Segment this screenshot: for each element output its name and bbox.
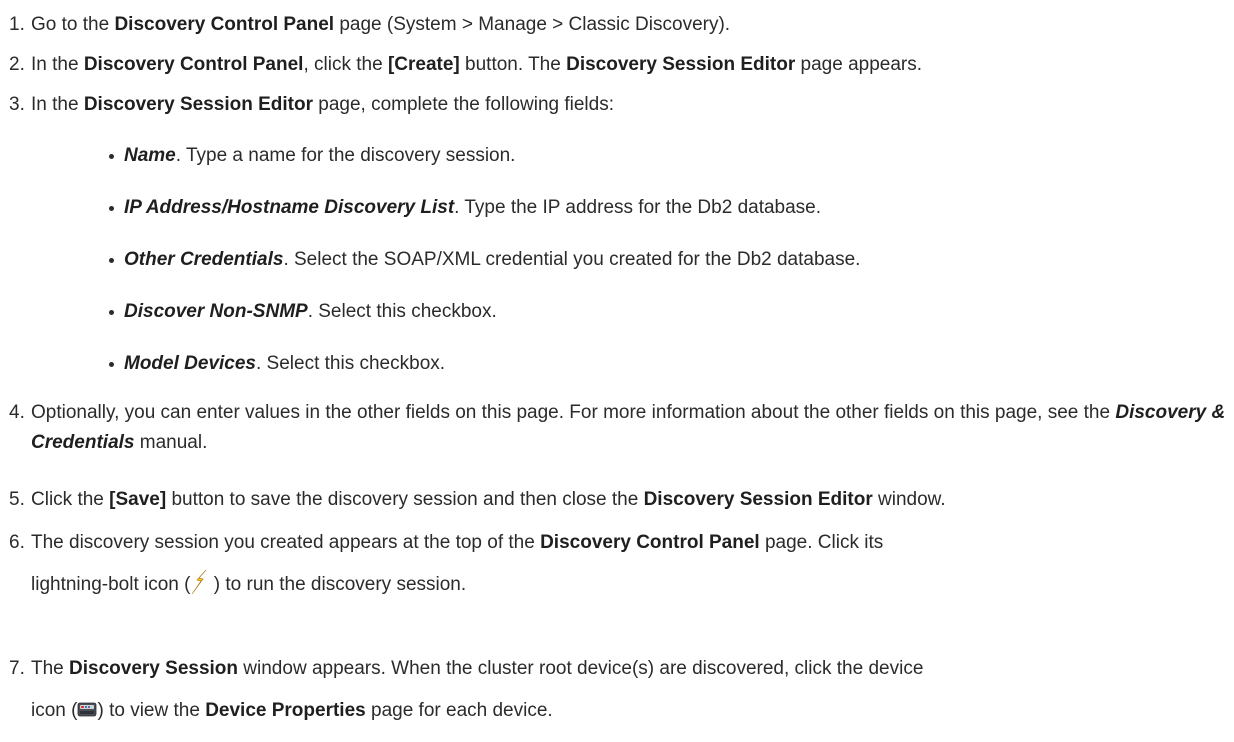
step-number: 6. bbox=[9, 532, 25, 553]
field-item-model-devices: Model Devices. Select this checkbox. bbox=[102, 354, 860, 374]
field-item-ip-list: IP Address/Hostname Discovery List. Type… bbox=[102, 198, 860, 218]
step-2: 2. In the Discovery Control Panel, click … bbox=[9, 48, 1226, 81]
ui-term: Discovery Control Panel bbox=[83, 54, 304, 75]
step-3: 3. In the Discovery Session Editor page, … bbox=[9, 88, 1226, 121]
step-number: 4. bbox=[9, 402, 25, 423]
button-term: [Save] bbox=[109, 489, 167, 510]
ui-term: Discovery Session bbox=[69, 658, 239, 679]
step-number: 2. bbox=[9, 54, 25, 75]
ui-term: Discovery Control Panel bbox=[114, 14, 335, 35]
field-list: Name. Type a name for the discovery sess… bbox=[102, 146, 860, 374]
ui-term: Device Properties bbox=[205, 700, 366, 721]
lightning-bolt-icon bbox=[190, 569, 208, 595]
step-7: 7. The Discovery Session window appears. … bbox=[9, 652, 1226, 685]
field-item-name: Name. Type a name for the discovery sess… bbox=[102, 146, 860, 166]
ui-term: Discovery Session Editor bbox=[566, 54, 796, 75]
step-number: 1. bbox=[9, 14, 25, 35]
step-5: 5. Click the [Save] button to save the di… bbox=[9, 483, 1226, 516]
instructions-document: 1. Go to the Discovery Control Panel page… bbox=[0, 0, 1234, 742]
field-item-discover-non-snmp: Discover Non-SNMP. Select this checkbox. bbox=[102, 302, 860, 322]
ui-term: Discovery Session Editor bbox=[643, 489, 873, 510]
step-4: 4. Optionally, you can enter values in th… bbox=[9, 398, 1226, 458]
ui-term: Discovery Control Panel bbox=[540, 532, 760, 553]
step-number: 3. bbox=[9, 94, 25, 115]
step-6: 6. The discovery session you created appe… bbox=[9, 526, 1226, 559]
step-number: 7. bbox=[9, 658, 25, 679]
device-icon bbox=[77, 697, 97, 717]
step-7-continued: icon () to view the Device Properties pa… bbox=[31, 694, 1226, 727]
ui-term: Discovery Session Editor bbox=[83, 94, 313, 115]
step-6-continued: lightning-bolt icon ( ) to run the disco… bbox=[31, 568, 1226, 601]
button-term: [Create] bbox=[387, 54, 460, 75]
step-number: 5. bbox=[9, 489, 25, 510]
field-item-other-credentials: Other Credentials. Select the SOAP/XML c… bbox=[102, 250, 860, 270]
step-1: 1. Go to the Discovery Control Panel page… bbox=[9, 8, 1226, 41]
